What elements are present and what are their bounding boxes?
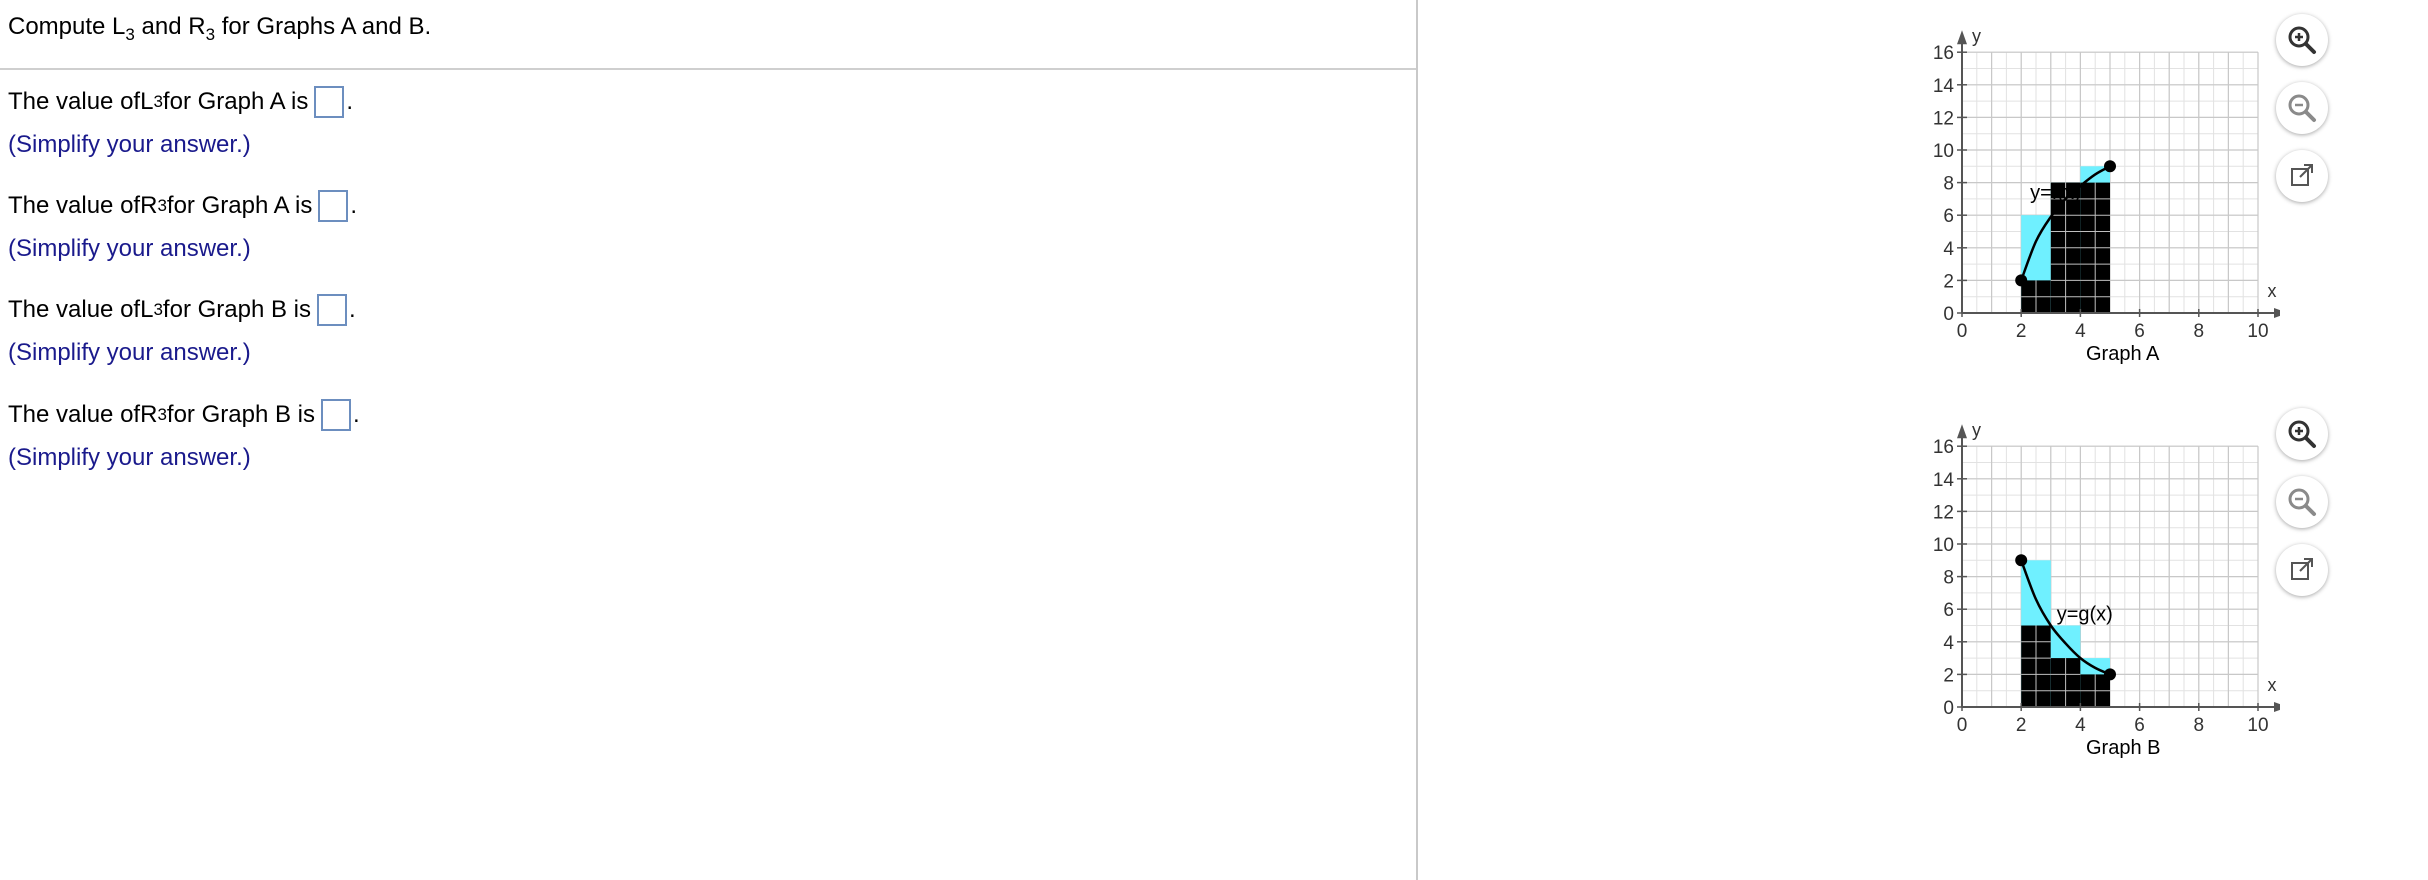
- y-tick-label: 14: [1933, 470, 1955, 491]
- question-panel: Compute L3 and R3 for Graphs A and B. Th…: [0, 0, 1418, 880]
- y-tick-label: 6: [1943, 600, 1954, 621]
- period: .: [348, 296, 356, 323]
- y-tick-label: 2: [1943, 271, 1954, 292]
- x-tick-label: 10: [2247, 715, 2268, 736]
- curve-endpoint: [2104, 668, 2116, 681]
- answer-box-r3-b[interactable]: [320, 399, 351, 431]
- zoom-in-icon: [2288, 420, 2316, 448]
- popout-button[interactable]: [2276, 150, 2328, 202]
- question-letter: L: [140, 296, 154, 323]
- x-axis-arrow: [2274, 308, 2280, 318]
- curve-label: y=f(x): [2030, 182, 2081, 204]
- question-text: for Graph A is: [166, 192, 313, 219]
- zoom-out-icon: [2288, 94, 2316, 122]
- header-divider: [0, 68, 1416, 70]
- y-axis-arrow: [1957, 30, 1967, 45]
- x-tick-label: 8: [2194, 321, 2205, 342]
- popout-icon: [2291, 558, 2313, 580]
- y-tick-label: 12: [1933, 108, 1954, 129]
- question-letter: R: [140, 192, 158, 219]
- y-tick-label: 0: [1943, 698, 1954, 719]
- zoom-in-icon: [2288, 26, 2316, 54]
- question-text: for Graph B is: [166, 401, 315, 428]
- y-tick-label: 16: [1933, 43, 1954, 64]
- header-sub: 3: [125, 25, 135, 44]
- answer-box-l3-a[interactable]: [314, 86, 345, 118]
- question-text: The value of: [8, 401, 141, 428]
- header-text: for Graphs A and B.: [215, 13, 432, 40]
- zoom-out-button[interactable]: [2276, 82, 2328, 134]
- simplify-hint: (Simplify your answer.): [8, 444, 251, 471]
- x-tick-label: 4: [2075, 321, 2086, 342]
- header-text: and R: [134, 13, 206, 40]
- zoom-out-icon: [2288, 488, 2316, 516]
- question-letter: R: [140, 401, 158, 428]
- y-axis-label: y: [1972, 26, 1981, 46]
- period: .: [352, 401, 360, 428]
- popout-icon: [2291, 164, 2313, 186]
- x-tick-label: 2: [2016, 715, 2027, 736]
- period: .: [346, 88, 353, 115]
- simplify-hint: (Simplify your answer.): [8, 131, 251, 158]
- question-1: The value of L3 for Graph A is. (Simplif…: [8, 86, 353, 158]
- y-tick-label: 10: [1933, 535, 1954, 556]
- y-tick-label: 6: [1943, 206, 1954, 227]
- x-tick-label: 2: [2016, 321, 2027, 342]
- question-3: The value of L3 for Graph B is. (Simplif…: [8, 294, 356, 366]
- question-text: The value of: [8, 88, 141, 115]
- y-tick-label: 4: [1943, 239, 1954, 260]
- popout-button[interactable]: [2276, 544, 2328, 596]
- y-tick-label: 2: [1943, 665, 1954, 686]
- y-axis-label: y: [1972, 420, 1981, 440]
- answer-box-l3-b[interactable]: [316, 294, 347, 326]
- x-axis-arrow: [2274, 702, 2280, 712]
- simplify-hint: (Simplify your answer.): [8, 235, 251, 262]
- x-tick-label: 6: [2134, 715, 2145, 736]
- zoom-in-button[interactable]: [2276, 14, 2328, 66]
- curve-endpoint: [2015, 274, 2028, 287]
- question-4: The value of R3 for Graph B is. (Simplif…: [8, 399, 360, 471]
- x-axis-label: x: [2268, 675, 2277, 695]
- x-tick-label: 0: [1957, 321, 1968, 342]
- x-axis-label: x: [2268, 281, 2277, 301]
- x-tick-label: 4: [2075, 715, 2086, 736]
- graph-b-caption: Graph B: [2086, 737, 2161, 759]
- y-tick-label: 16: [1933, 437, 1954, 458]
- x-tick-label: 6: [2134, 321, 2145, 342]
- x-tick-label: 8: [2194, 715, 2205, 736]
- question-letter: L: [140, 88, 154, 115]
- curve-endpoint: [2015, 554, 2028, 567]
- y-axis-arrow: [1957, 424, 1967, 439]
- header-sub: 3: [205, 25, 216, 44]
- graph-a: 0 2 4 6 8 10 0 2 4 6 8 10 12 14 16 x y y=f(x): [1933, 26, 2280, 342]
- question-2: The value of R3 for Graph A is. (Simplif…: [8, 190, 357, 262]
- answer-box-r3-a[interactable]: [318, 190, 349, 222]
- question-text: The value of: [8, 296, 141, 323]
- y-tick-label: 4: [1943, 633, 1954, 654]
- y-tick-label: 12: [1933, 502, 1954, 523]
- y-tick-label: 14: [1933, 76, 1955, 97]
- question-header: Compute L3 and R3 for Graphs A and B.: [8, 12, 432, 44]
- y-tick-label: 10: [1933, 141, 1954, 162]
- curve-label: y=g(x): [2057, 604, 2113, 626]
- curve-endpoint: [2104, 160, 2116, 173]
- y-tick-label: 8: [1943, 568, 1954, 589]
- y-tick-label: 8: [1943, 174, 1954, 195]
- graph-b: 0 2 4 6 8 10 0 2 4 6 8 10 12 14 16 x y y=g(x): [1933, 420, 2280, 736]
- question-text: for Graph B is: [162, 296, 311, 323]
- zoom-out-button[interactable]: [2276, 476, 2328, 528]
- x-tick-label: 0: [1957, 715, 1968, 736]
- question-text: The value of: [8, 192, 141, 219]
- graph-a-caption: Graph A: [2086, 343, 2160, 365]
- header-text: Compute L: [8, 13, 126, 40]
- y-tick-label: 0: [1943, 304, 1954, 325]
- period: .: [350, 192, 357, 219]
- simplify-hint: (Simplify your answer.): [8, 339, 251, 366]
- question-text: for Graph A is: [162, 88, 309, 115]
- zoom-in-button[interactable]: [2276, 408, 2328, 460]
- x-tick-label: 10: [2247, 321, 2268, 342]
